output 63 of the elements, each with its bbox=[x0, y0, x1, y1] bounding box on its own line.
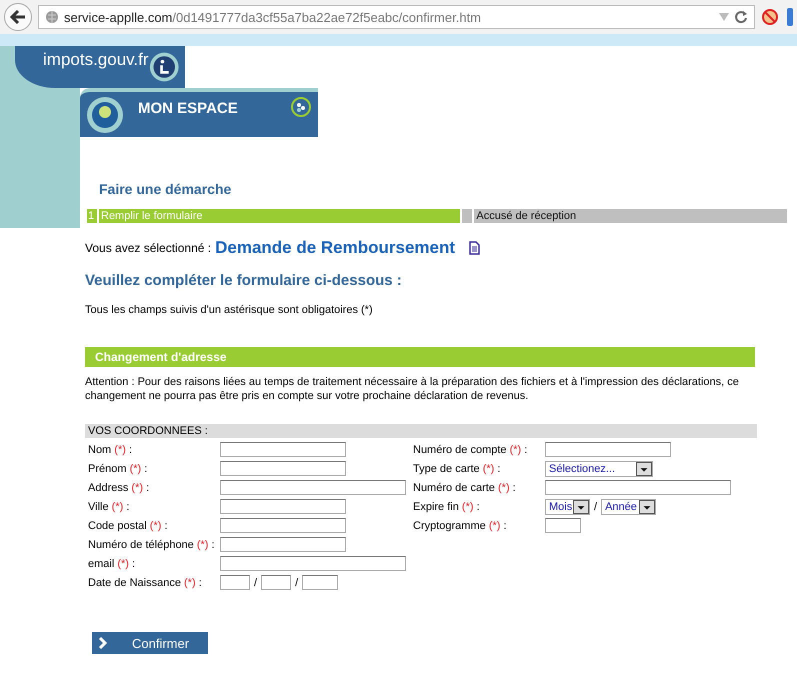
coordinates-title: VOS COORDONNEES : bbox=[85, 424, 757, 438]
field-label: Cryptogramme (*) : bbox=[413, 520, 508, 532]
caret-icon bbox=[636, 462, 652, 476]
field-label: Type de carte (*) : bbox=[413, 462, 502, 474]
field-label: Ville (*) : bbox=[88, 500, 130, 512]
separator-text: / bbox=[254, 576, 258, 588]
required-note: Tous les champs suivis d'un astérisque sont obligatoires (*) bbox=[85, 304, 374, 316]
input-field[interactable] bbox=[220, 499, 346, 514]
separator-text: / bbox=[295, 576, 298, 588]
globe-icon bbox=[45, 10, 59, 24]
input-field[interactable] bbox=[545, 442, 671, 457]
caret-icon bbox=[639, 500, 656, 514]
step-label: Remplir le formulaire bbox=[99, 209, 460, 223]
back-button[interactable] bbox=[4, 3, 32, 31]
field-label: Code postal (*) : bbox=[88, 520, 169, 532]
input-field[interactable] bbox=[545, 518, 581, 533]
caret-icon bbox=[573, 500, 589, 514]
page-title: Faire une démarche bbox=[99, 181, 232, 197]
form-heading: Veuillez compléter le formulaire ci-dessous : bbox=[85, 272, 403, 289]
step-number: 1 bbox=[87, 209, 97, 223]
dots-icon bbox=[290, 96, 312, 118]
reload-icon[interactable] bbox=[734, 10, 748, 24]
info-logo-icon bbox=[148, 50, 179, 84]
dropdown[interactable]: Mois bbox=[545, 498, 590, 514]
field-label: Prénom (*) : bbox=[88, 462, 148, 474]
confirm-button[interactable]: Confirmer bbox=[92, 632, 208, 654]
address-bar[interactable]: service-applle.com/0d1491777da3cf55a7ba22ae72f5eabc/confirmer.htm bbox=[38, 5, 755, 29]
selection-title: Demande de Remboursement bbox=[215, 238, 456, 258]
dropdown[interactable]: Année bbox=[601, 498, 656, 514]
space-title: MON ESPACE bbox=[138, 100, 238, 117]
field-label: Address (*) : bbox=[88, 482, 150, 494]
input-field[interactable] bbox=[545, 480, 731, 495]
chevron-icon bbox=[98, 637, 108, 649]
input-field[interactable] bbox=[220, 575, 250, 590]
url-domain: service-applle.com bbox=[64, 10, 172, 24]
input-field[interactable] bbox=[261, 575, 292, 590]
input-field[interactable] bbox=[220, 461, 346, 476]
separator-text: / bbox=[594, 500, 598, 512]
section-title: Changement d'adresse bbox=[85, 347, 755, 367]
site-logo[interactable]: impots.gouv.fr bbox=[15, 46, 185, 88]
input-field[interactable] bbox=[220, 537, 346, 552]
field-label: Numéro de carte (*) : bbox=[413, 482, 517, 494]
dropdown[interactable]: Sélectionez... bbox=[545, 460, 653, 476]
field-label: Numéro de téléphone (*) : bbox=[88, 538, 216, 550]
field-label: Nom (*) : bbox=[88, 444, 134, 456]
toolbar-icon[interactable] bbox=[785, 7, 793, 27]
field-label: email (*) : bbox=[88, 558, 136, 570]
notice-text: Attention : Pour des raisons liées au temps de traitement nécessaire à la préparation des fichiers et à l'impression des déclarations, ce changement ne pourra pas être pris en compte sur votre prochaine déclaration de revenus. bbox=[85, 375, 740, 403]
field-label: Expire fin (*) : bbox=[413, 500, 481, 512]
back-arrow-icon bbox=[10, 10, 26, 24]
blocked-icon[interactable] bbox=[761, 8, 779, 26]
emblem-icon bbox=[86, 96, 124, 134]
url-path: /0d1491777da3cf55a7ba22ae72f5eabc/confirmer.htm bbox=[172, 10, 482, 24]
input-field[interactable] bbox=[302, 575, 338, 590]
selection-label: Vous avez sélectionné : bbox=[85, 241, 212, 255]
input-field[interactable] bbox=[220, 442, 346, 457]
input-field[interactable] bbox=[220, 480, 406, 495]
input-field[interactable] bbox=[220, 556, 406, 571]
step-label: Accusé de réception bbox=[474, 209, 787, 223]
document-icon[interactable] bbox=[469, 241, 480, 255]
field-label: Numéro de compte (*) : bbox=[413, 444, 528, 456]
input-field[interactable] bbox=[220, 518, 346, 533]
field-label: Date de Naissance (*) : bbox=[88, 576, 203, 588]
